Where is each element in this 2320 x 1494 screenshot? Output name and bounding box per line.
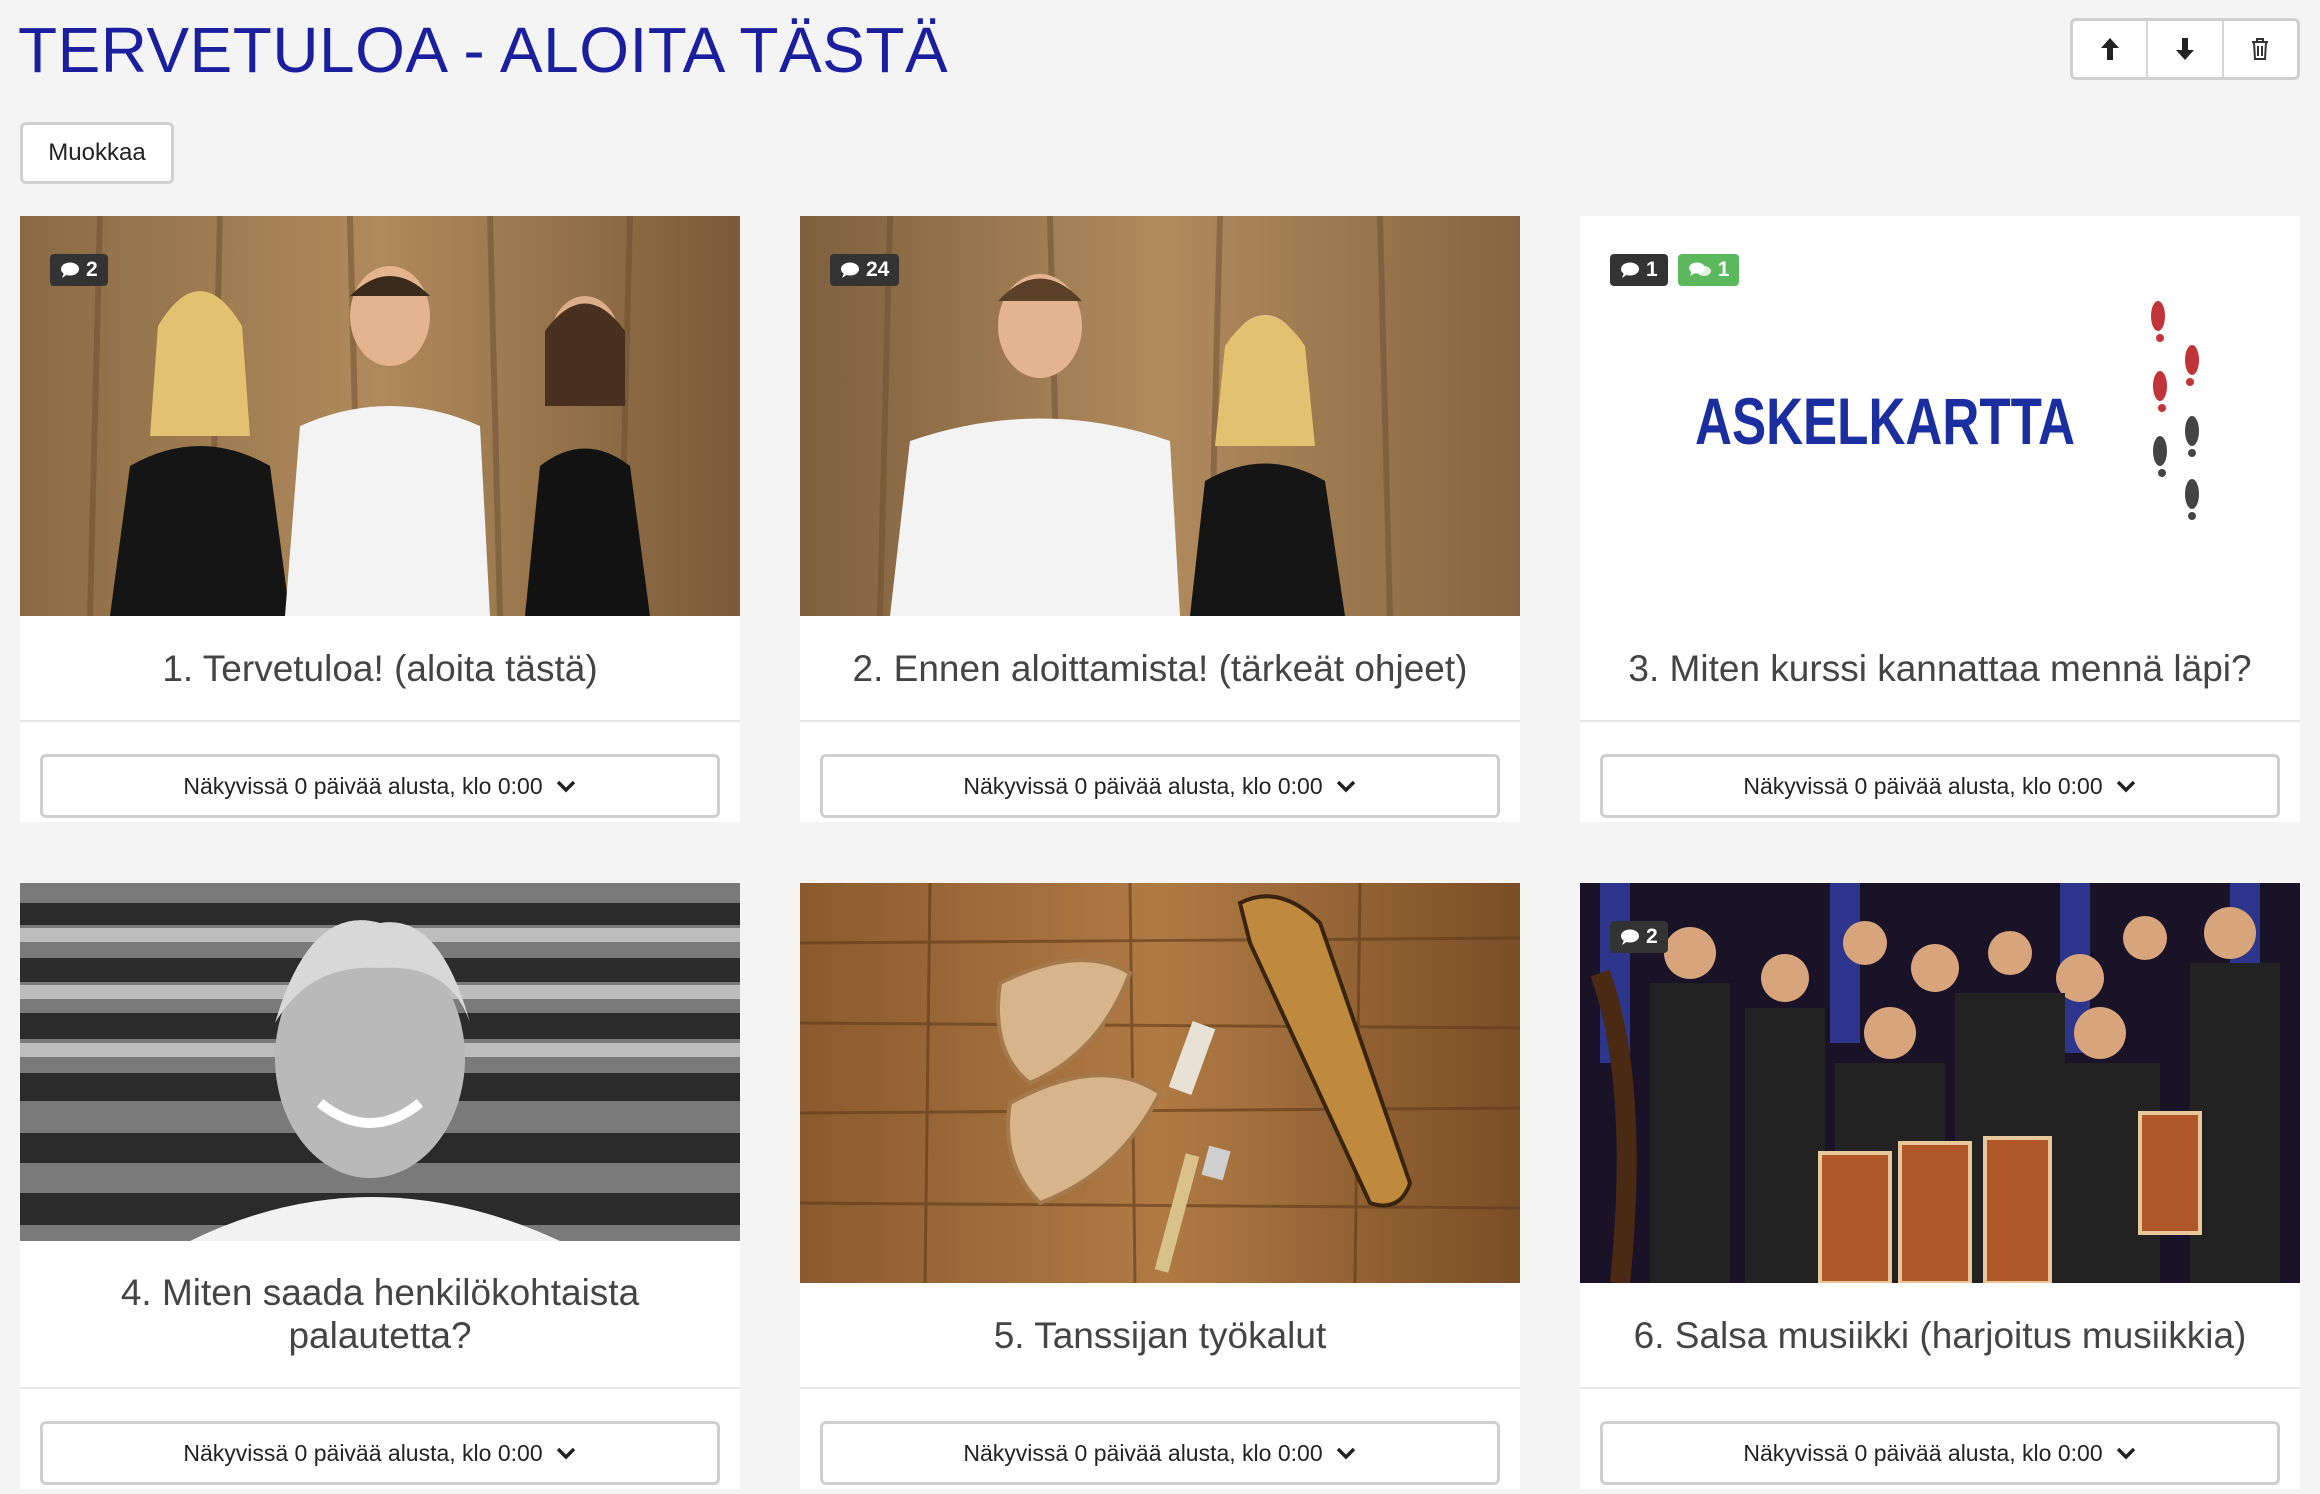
lesson-image-1[interactable]: [20, 216, 740, 616]
badges: 2: [1610, 921, 1668, 953]
lesson-title[interactable]: 3. Miten kurssi kannattaa mennä läpi?: [1600, 616, 2280, 720]
section-toolbar: [2070, 18, 2300, 80]
lesson-title[interactable]: 1. Tervetuloa! (aloita tästä): [40, 616, 720, 720]
lesson-image-5[interactable]: [800, 883, 1520, 1283]
chevron-down-icon: [2116, 780, 2135, 793]
visibility-select[interactable]: Näkyvissä 0 päivää alusta, klo 0:00: [1600, 754, 2280, 818]
chevron-down-icon: [556, 780, 575, 793]
comments-icon: [1688, 262, 1711, 276]
lesson-card-3[interactable]: ASKELKARTTA 1 1 3. Miten kurssi kannatta…: [1580, 216, 2300, 822]
badges: 24: [830, 254, 900, 286]
lesson-title[interactable]: 4. Miten saada henkilökohtaista palautet…: [40, 1241, 720, 1387]
lesson-title[interactable]: 6. Salsa musiikki (harjoitus musiikkia): [1600, 1283, 2280, 1387]
visibility-select[interactable]: Näkyvissä 0 päivää alusta, klo 0:00: [40, 754, 720, 818]
new-comments-badge: 1: [1677, 254, 1740, 286]
comment-icon: [61, 262, 79, 278]
comment-count-badge: 2: [1610, 921, 1668, 953]
trash-icon: [2252, 38, 2269, 60]
divider: [20, 720, 740, 722]
badges: 1 1: [1610, 254, 1740, 286]
comment-icon: [1621, 929, 1639, 945]
comment-icon: [1621, 262, 1639, 278]
lesson-card-1[interactable]: 2 1. Tervetuloa! (aloita tästä) Näkyviss…: [20, 216, 740, 822]
comment-count-badge: 1: [1610, 254, 1668, 286]
visibility-select[interactable]: Näkyvissä 0 päivää alusta, klo 0:00: [40, 1421, 720, 1485]
delete-button[interactable]: [2224, 21, 2297, 77]
lesson-card-6[interactable]: 2 6. Salsa musiikki (harjoitus musiikkia…: [1580, 883, 2300, 1489]
chevron-down-icon: [2116, 1447, 2135, 1460]
divider: [800, 720, 1520, 722]
lesson-image-6[interactable]: [1580, 883, 2300, 1283]
divider: [1580, 720, 2300, 722]
arrow-down-icon: [2175, 38, 2194, 60]
move-down-button[interactable]: [2148, 21, 2224, 77]
visibility-select[interactable]: Näkyvissä 0 päivää alusta, klo 0:00: [1600, 1421, 2280, 1485]
edit-button[interactable]: Muokkaa: [20, 122, 174, 184]
divider: [800, 1387, 1520, 1389]
page-title: TERVETULOA - ALOITA TÄSTÄ: [18, 14, 949, 86]
visibility-select[interactable]: Näkyvissä 0 päivää alusta, klo 0:00: [820, 1421, 1500, 1485]
lesson-title[interactable]: 5. Tanssijan työkalut: [820, 1283, 1500, 1387]
visibility-select[interactable]: Näkyvissä 0 päivää alusta, klo 0:00: [820, 754, 1500, 818]
chevron-down-icon: [1336, 1447, 1355, 1460]
badges: 2: [50, 254, 108, 286]
lesson-image-4[interactable]: [20, 883, 740, 1241]
lesson-card-2[interactable]: 24 2. Ennen aloittamista! (tärkeät ohjee…: [800, 216, 1520, 822]
comment-count-badge: 24: [830, 254, 900, 286]
askelkartta-logo-text: ASKELKARTTA: [1695, 384, 2075, 458]
chevron-down-icon: [556, 1447, 575, 1460]
lesson-card-4[interactable]: 4. Miten saada henkilökohtaista palautet…: [20, 883, 740, 1489]
lesson-title[interactable]: 2. Ennen aloittamista! (tärkeät ohjeet): [820, 616, 1500, 720]
comment-icon: [841, 262, 859, 278]
arrow-up-icon: [2100, 38, 2119, 60]
lesson-card-5[interactable]: 5. Tanssijan työkalut Näkyvissä 0 päivää…: [800, 883, 1520, 1489]
move-up-button[interactable]: [2073, 21, 2149, 77]
divider: [20, 1387, 740, 1389]
comment-count-badge: 2: [50, 254, 108, 286]
lesson-image-2[interactable]: [800, 216, 1520, 616]
divider: [1580, 1387, 2300, 1389]
chevron-down-icon: [1336, 780, 1355, 793]
